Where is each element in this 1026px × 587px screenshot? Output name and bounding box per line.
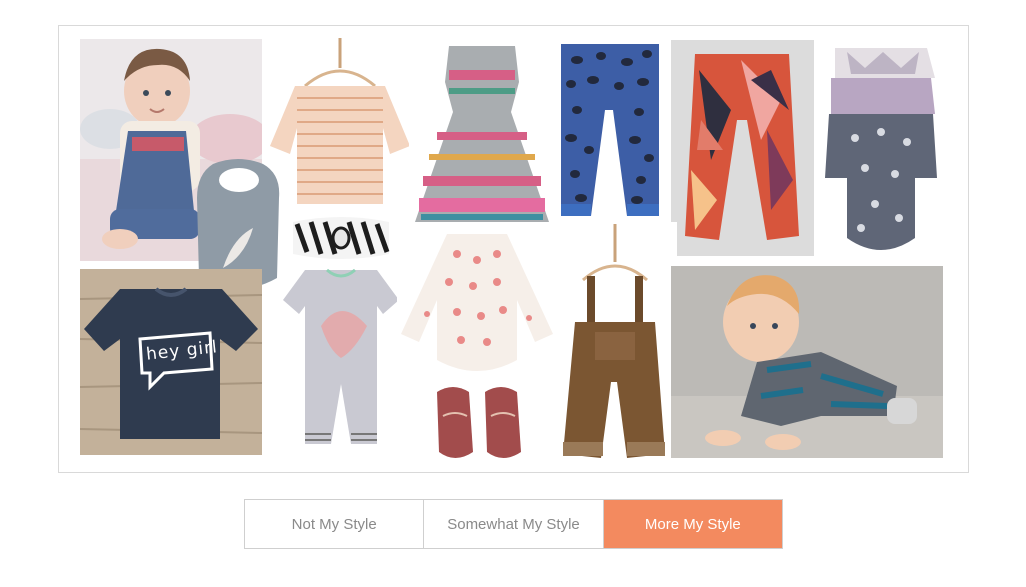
floral-bodysuit bbox=[397, 230, 557, 382]
more-my-style-button[interactable]: More My Style bbox=[603, 500, 782, 548]
somewhat-my-style-button[interactable]: Somewhat My Style bbox=[424, 500, 604, 548]
spotted-leggings bbox=[557, 40, 663, 220]
patterned-dress bbox=[409, 42, 555, 226]
not-my-style-button[interactable]: Not My Style bbox=[245, 500, 425, 548]
bodysuit-stack bbox=[825, 38, 937, 260]
striped-headband bbox=[289, 214, 393, 262]
crawling-baby-photo bbox=[671, 266, 943, 458]
style-collage: hey girl bbox=[58, 25, 969, 473]
style-rating-options: Not My Style Somewhat My Style More My S… bbox=[244, 499, 783, 549]
graphic-tee: hey girl bbox=[80, 269, 262, 455]
corduroy-overalls bbox=[553, 222, 677, 466]
striped-sweater bbox=[265, 36, 415, 206]
headdress-romper bbox=[281, 266, 401, 462]
feather-print-pants bbox=[671, 40, 814, 256]
baby-shoes bbox=[431, 382, 527, 464]
